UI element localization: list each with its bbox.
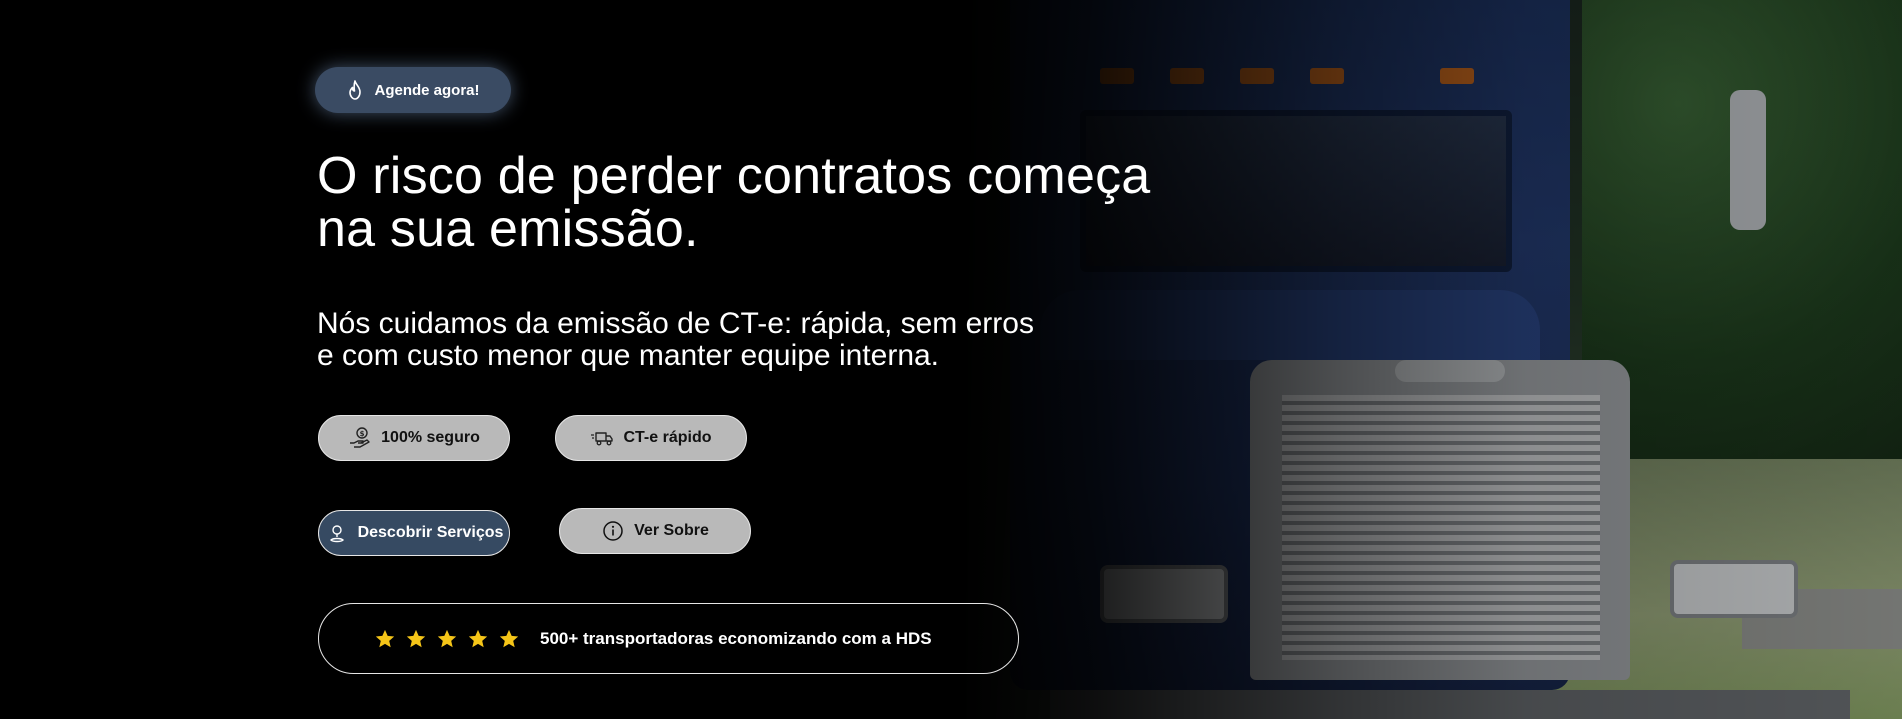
money-hand-icon: $ (348, 426, 372, 450)
descobrir-servicos-button[interactable]: Descobrir Serviços (318, 510, 510, 556)
feature-chip-label: CT-e rápido (623, 429, 712, 446)
agende-agora-button[interactable]: Agende agora! (315, 67, 511, 113)
star-icon (374, 628, 396, 650)
subline-line-1: Nós cuidamos da emissão de CT-e: rápida,… (317, 307, 1034, 340)
flame-icon (346, 80, 364, 100)
hero-section: Agende agora! O risco de perder contrato… (0, 0, 1902, 719)
agende-agora-label: Agende agora! (374, 81, 480, 99)
ver-sobre-button[interactable]: Ver Sobre (559, 508, 751, 554)
svg-text:$: $ (360, 430, 365, 438)
info-icon (601, 519, 625, 543)
fast-truck-icon (590, 426, 614, 450)
headline-line-2: na sua emissão. (317, 200, 699, 258)
descobrir-servicos-label: Descobrir Serviços (357, 524, 504, 541)
star-icon (405, 628, 427, 650)
star-icon (436, 628, 458, 650)
feature-chip-label: 100% seguro (381, 429, 480, 446)
star-icon (467, 628, 489, 650)
rating-text: 500+ transportadoras economizando com a … (540, 628, 932, 648)
headline-line-1: O risco de perder contratos começa (317, 147, 1151, 205)
hero-headline: O risco de perder contratos começa na su… (317, 150, 1317, 256)
hero-subline: Nós cuidamos da emissão de CT-e: rápida,… (317, 308, 1117, 372)
star-icon (498, 628, 520, 650)
ver-sobre-label: Ver Sobre (634, 522, 709, 539)
star-rating (374, 628, 520, 650)
subline-line-2: e com custo menor que manter equipe inte… (317, 339, 940, 372)
feature-chip-rapido: CT-e rápido (555, 415, 747, 461)
location-pin-icon (325, 521, 349, 545)
feature-chip-seguro: $ 100% seguro (318, 415, 510, 461)
hero-content: Agende agora! O risco de perder contrato… (0, 0, 1902, 719)
rating-banner: 500+ transportadoras economizando com a … (318, 603, 1019, 674)
